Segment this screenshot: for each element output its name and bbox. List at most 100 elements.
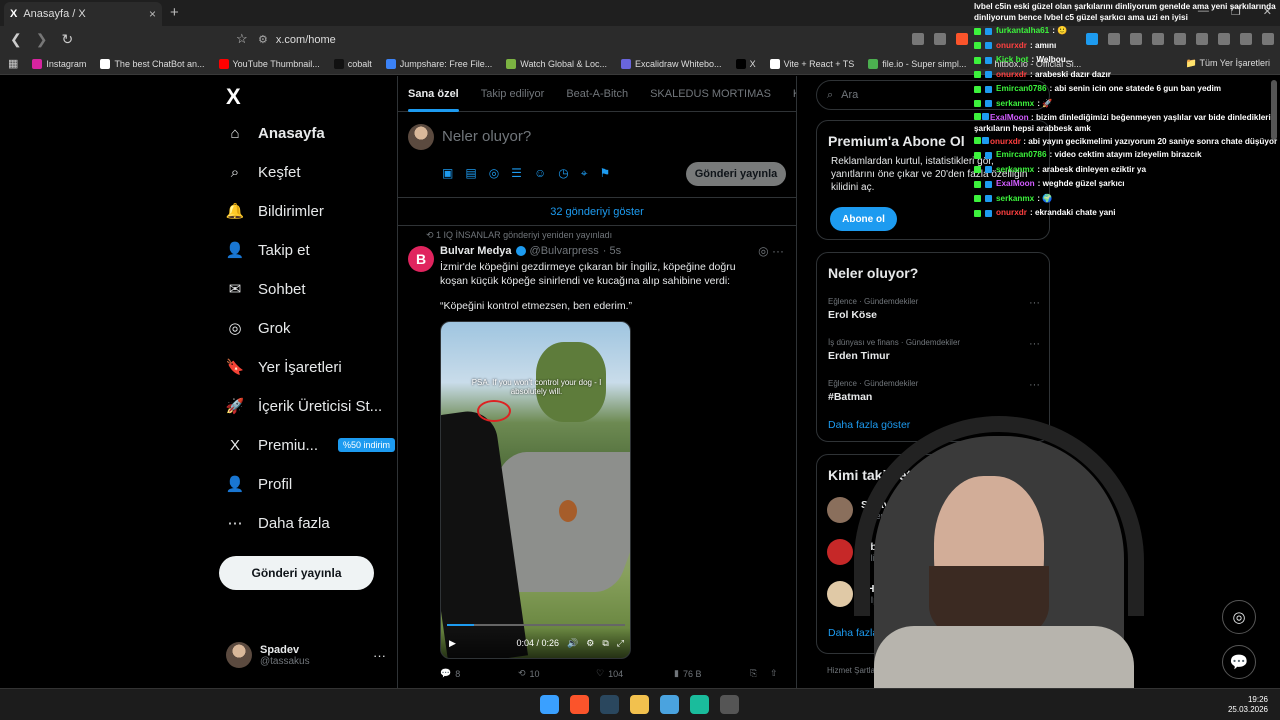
repost-button[interactable]: ⟲ 10 <box>518 668 596 679</box>
flag-icon[interactable]: ⚑ <box>599 166 610 181</box>
bookmark-item[interactable]: Jumpshare: Free File... <box>385 58 492 69</box>
reply-button[interactable]: 💬 8 <box>440 668 518 679</box>
bookmark-item[interactable]: cobalt <box>333 58 372 69</box>
like-button[interactable]: ♡ 104 <box>596 668 674 679</box>
bookmark-item[interactable]: The best ChatBot an... <box>100 58 205 69</box>
chat-username[interactable]: onurxdr <box>996 68 1027 83</box>
sidebar-item[interactable]: 🚀 İçerik Üreticisi St... <box>226 397 383 416</box>
settings-icon[interactable]: ⚙ <box>586 638 594 649</box>
more-icon[interactable]: ··· <box>1029 338 1040 350</box>
location-icon[interactable]: ⌖ <box>581 166 588 181</box>
volume-icon[interactable]: 🔊 <box>567 638 578 649</box>
bookmark-item[interactable]: file.io - Super simpl... <box>868 58 966 69</box>
tweet[interactable]: ⟲ 1 IQ İNSANLAR gönderiyi yeniden yayınl… <box>398 228 796 688</box>
chat-username[interactable]: onurxdr <box>990 137 1021 146</box>
chat-username[interactable]: ExalMoon <box>990 113 1029 122</box>
timeline-tab[interactable]: Kend <box>793 88 796 100</box>
sidebar-item[interactable]: 🔖 Yer İşaretleri <box>226 358 342 377</box>
chat-username[interactable]: onurxdr <box>996 206 1027 221</box>
sidebar-item[interactable]: ✉ Sohbet <box>226 280 306 299</box>
chat-username[interactable]: Emircan0786 <box>996 148 1047 163</box>
app-icon[interactable] <box>690 695 709 714</box>
timeline-tab[interactable]: Takip ediliyor <box>481 88 545 100</box>
new-tab-button[interactable]: + <box>170 4 179 21</box>
system-clock[interactable]: 19:26 25.03.2026 <box>1228 695 1268 715</box>
sidebar-item[interactable]: 👤 Takip et <box>226 241 310 260</box>
bookmark-icon[interactable]: ⎘ <box>750 668 770 679</box>
chat-username[interactable]: furkantalha61 <box>996 24 1049 39</box>
schedule-icon[interactable]: ◷ <box>558 166 568 181</box>
x-logo-icon[interactable]: X <box>226 84 241 110</box>
sidebar-item[interactable]: ⌂ Anasayfa <box>226 124 324 142</box>
chat-username[interactable]: ExalMoon <box>996 177 1035 192</box>
app-icon[interactable] <box>720 695 739 714</box>
tweet-time[interactable]: · 5s <box>603 245 621 257</box>
tweet-handle[interactable]: @Bulvarpress <box>530 245 599 257</box>
sidebar-item[interactable]: ⋯ Daha fazla <box>226 514 330 533</box>
steam-icon[interactable] <box>600 695 619 714</box>
post-button[interactable]: Gönderi yayınla <box>219 556 374 590</box>
grok-fab[interactable]: ◎ <box>1222 600 1256 634</box>
chat-username[interactable]: serkanmx <box>996 192 1034 207</box>
more-icon[interactable]: ··· <box>772 244 784 258</box>
gif-icon[interactable]: ▤ <box>465 166 476 181</box>
pip-icon[interactable]: ⧉ <box>602 638 608 649</box>
trend-item[interactable]: İş dünyası ve finans · Gündemdekiler Erde… <box>828 338 1040 362</box>
image-icon[interactable]: ▣ <box>442 166 453 181</box>
emoji-icon[interactable]: ☺ <box>534 166 546 181</box>
reload-icon[interactable]: ↻ <box>61 31 73 48</box>
photos-icon[interactable] <box>660 695 679 714</box>
forward-icon[interactable]: ❯ <box>36 31 48 48</box>
bookmark-item[interactable]: YouTube Thumbnail... <box>218 58 320 69</box>
sidebar-item[interactable]: 👤 Profil <box>226 475 293 494</box>
video-progress[interactable] <box>447 624 625 626</box>
timeline-tab[interactable]: SKALEDUS MORTIMAS <box>650 88 771 100</box>
compose-input[interactable]: Neler oluyor? <box>442 128 531 145</box>
views-button[interactable]: ▮ 76 B <box>674 668 750 679</box>
grok-icon[interactable]: ◎ <box>489 166 499 181</box>
more-icon[interactable]: ··· <box>1029 379 1040 391</box>
bookmark-item[interactable]: Watch Global & Loc... <box>506 58 607 69</box>
trend-item[interactable]: Eğlence · Gündemdekiler Erol Köse ··· <box>828 297 1040 321</box>
play-icon[interactable]: ▶ <box>449 638 456 649</box>
chat-username[interactable]: Kick bot <box>996 53 1028 68</box>
chat-username[interactable]: onurxdr <box>996 39 1027 54</box>
more-icon[interactable]: ··· <box>373 648 386 663</box>
brave-icon[interactable] <box>570 695 589 714</box>
grok-icon[interactable]: ◎ <box>758 244 768 258</box>
fullscreen-icon[interactable]: ⤢ <box>617 638 624 649</box>
extension-icon[interactable] <box>912 33 924 45</box>
subscribe-button[interactable]: Abone ol <box>830 207 897 231</box>
sidebar-item[interactable]: ◎ Grok <box>226 319 290 338</box>
bookmark-item[interactable]: Instagram <box>32 58 86 69</box>
bookmark-star-icon[interactable]: ☆ <box>236 31 248 47</box>
tweet-video[interactable]: PSA: If you won't control your dog - I a… <box>440 321 631 659</box>
bookmark-item[interactable]: X <box>735 58 756 69</box>
sidebar-item[interactable]: 🔔 Bildirimler <box>226 202 324 221</box>
back-icon[interactable]: ❮ <box>10 31 22 48</box>
url-field[interactable]: ⚙ x.com/home <box>258 30 958 49</box>
tweet-author[interactable]: Bulvar Medya <box>440 245 512 257</box>
chat-username[interactable]: serkanmx <box>996 163 1034 178</box>
apps-grid-icon[interactable]: ▦ <box>8 57 18 70</box>
timeline-tab[interactable]: Sana özel <box>408 88 459 112</box>
brave-shield-icon[interactable] <box>956 33 968 45</box>
browser-tab[interactable]: X Anasayfa / X × <box>4 2 162 26</box>
share-icon[interactable]: ⇧ <box>770 668 778 679</box>
chat-username[interactable]: serkanmx <box>996 97 1034 112</box>
chat-username[interactable]: Emircan0786 <box>996 82 1047 97</box>
account-switcher[interactable]: Spadev @tassakus ··· <box>226 642 386 668</box>
timeline-tab[interactable]: Beat-A-Bitch <box>566 88 628 100</box>
messages-fab[interactable]: 💬 <box>1222 645 1256 679</box>
compose-post-button[interactable]: Gönderi yayınla <box>686 162 786 186</box>
sidebar-item[interactable]: ⌕ Keşfet <box>226 163 301 181</box>
extension-icon[interactable] <box>934 33 946 45</box>
sidebar-item[interactable]: X Premiu... %50 indirim <box>226 436 396 454</box>
bookmark-item[interactable]: Vite + React + TS <box>769 58 854 69</box>
poll-icon[interactable]: ☰ <box>511 166 522 181</box>
show-new-posts[interactable]: 32 gönderiyi göster <box>398 198 796 226</box>
avatar[interactable]: B <box>408 246 434 272</box>
more-icon[interactable]: ··· <box>1029 297 1040 309</box>
tab-close-icon[interactable]: × <box>149 7 156 21</box>
windows-start-icon[interactable] <box>540 695 559 714</box>
